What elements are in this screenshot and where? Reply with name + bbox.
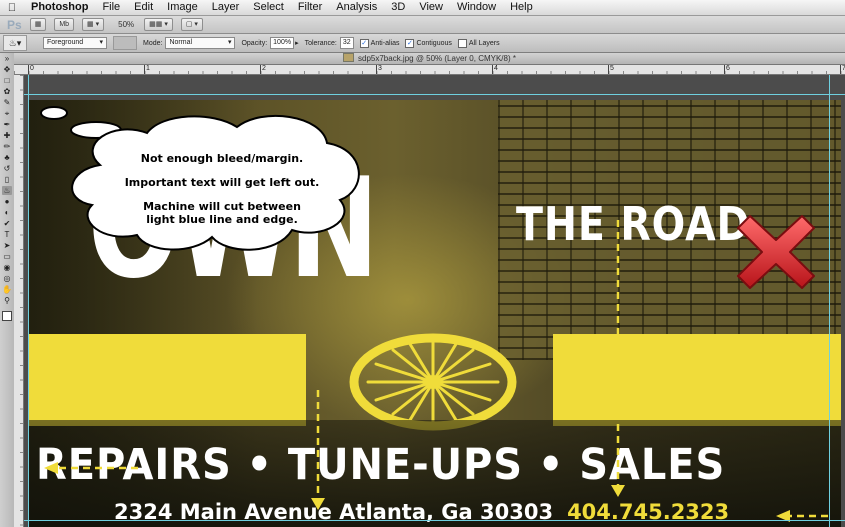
ruler-tick: 3 [376,65,382,74]
document-title: sdp5x7back.jpg @ 50% (Layer 0, CMYK/8) * [358,54,516,63]
all-layers-label: All Layers [468,39,500,47]
menu-edit[interactable]: Edit [127,0,160,15]
arrow-down-icon [311,498,325,510]
eraser-tool-icon[interactable]: ▯ [2,175,12,184]
dodge-tool-icon[interactable]: ◐ [2,208,12,217]
contiguous-label: Contiguous [416,39,452,47]
anti-alias-label: Anti-alias [370,39,400,47]
arrow-down-icon [611,485,625,497]
hand-tool-icon[interactable]: ✋ [2,285,12,294]
zoom-tool-icon[interactable]: ⚲ [2,296,12,305]
menu-view[interactable]: View [412,0,450,15]
guide-line-bottom[interactable] [24,520,845,521]
ruler-tick: 6 [724,65,730,74]
apple-icon[interactable]:  [0,2,24,14]
red-x-icon [737,215,815,289]
lasso-tool-icon[interactable]: ✿ [2,87,12,96]
menu-file[interactable]: File [95,0,127,15]
guide-line-right[interactable] [829,75,830,527]
menu-help[interactable]: Help [503,0,540,15]
blur-tool-icon[interactable]: ● [2,197,12,206]
annotation-line-2: Important text will get left out. [124,176,320,189]
annotation-line-3: Machine will cut between [143,200,301,213]
crop-tool-icon[interactable]: ⌖ [2,109,12,118]
menu-3d[interactable]: 3D [384,0,412,15]
arrow-left-icon [44,462,58,474]
mac-menu-bar:  Photoshop File Edit Image Layer Select… [0,0,845,16]
pen-tool-icon[interactable]: ✔ [2,219,12,228]
healing-brush-tool-icon[interactable]: ✚ [2,131,12,140]
all-layers-checkbox[interactable]: All Layers [457,38,500,48]
3d-rotate-tool-icon[interactable]: ◉ [2,263,12,272]
menu-image[interactable]: Image [160,0,205,15]
quick-selection-tool-icon[interactable]: ✎ [2,98,12,107]
collapse-toolbox-icon[interactable]: » [2,54,12,63]
marquee-tool-icon[interactable]: □ [2,76,12,85]
contiguous-checkbox[interactable]: ✓ Contiguous [405,38,452,48]
annotation-line-4: light blue line and edge. [146,213,298,226]
foreground-color-swatch[interactable] [2,311,12,321]
checkbox-empty-icon [457,38,467,48]
eyedropper-tool-icon[interactable]: ✒ [2,120,12,129]
annotation-line-1: Not enough bleed/margin. [140,152,304,165]
history-brush-tool-icon[interactable]: ↺ [2,164,12,173]
ruler-tick: 5 [608,65,614,74]
brush-tool-icon[interactable]: ✏ [2,142,12,151]
menu-app[interactable]: Photoshop [24,0,95,15]
clone-stamp-tool-icon[interactable]: ♣ [2,153,12,162]
checkmark-icon: ✓ [405,38,415,48]
move-tool-icon[interactable]: ✥ [2,65,12,74]
menu-filter[interactable]: Filter [291,0,329,15]
ruler-tick: 7 [840,65,845,74]
ruler-tick: 4 [492,65,498,74]
shape-tool-icon[interactable]: ▭ [2,252,12,261]
anti-alias-checkbox[interactable]: ✓ Anti-alias [359,38,400,48]
toolbox: » ✥ □ ✿ ✎ ⌖ ✒ ✚ ✏ ♣ ↺ ▯ ♨ ● ◐ ✔ T ➤ ▭ ◉ … [0,53,15,527]
menu-analysis[interactable]: Analysis [329,0,384,15]
paint-bucket-tool-icon[interactable]: ♨ [2,186,12,195]
annotation-text: Not enough bleed/margin. Important text … [80,152,364,226]
path-selection-tool-icon[interactable]: ➤ [2,241,12,250]
menu-window[interactable]: Window [450,0,503,15]
menu-select[interactable]: Select [246,0,291,15]
menu-layer[interactable]: Layer [205,0,247,15]
3d-orbit-tool-icon[interactable]: ◎ [2,274,12,283]
type-tool-icon[interactable]: T [2,230,12,239]
